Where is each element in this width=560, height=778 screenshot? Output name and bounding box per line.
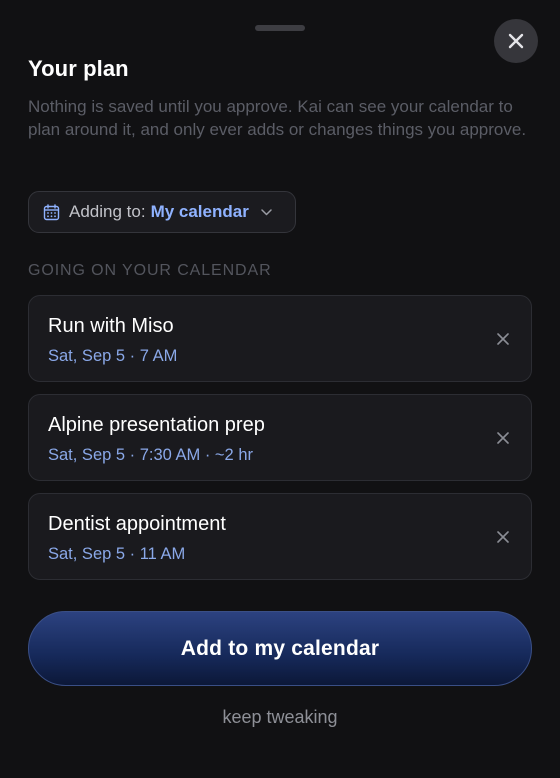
event-title: Alpine presentation prep [48,414,265,436]
target-calendar-name: My calendar [150,202,249,221]
page-title: Your plan [28,56,129,81]
event-datetime: Sat, Sep 5 · 7:30 AM · ~2 hr [48,446,253,464]
target-prefix-label: Adding to: [69,202,146,221]
section-heading: GOING ON YOUR CALENDAR [28,262,272,279]
close-icon [508,33,524,49]
chevron-down-icon [261,208,272,216]
calendar-icon [43,203,60,221]
plan-description: Nothing is saved until you approve. Kai … [28,97,527,139]
plan-sheet: Your plan Nothing is saved until you app… [0,0,560,778]
event-card[interactable]: Alpine presentation prep Sat, Sep 5 · 7:… [28,394,532,481]
event-title: Run with Miso [48,315,174,337]
close-icon [497,531,509,543]
event-title: Dentist appointment [48,513,226,535]
event-card[interactable]: Run with Miso Sat, Sep 5 · 7 AM [28,295,532,382]
close-icon [497,333,509,345]
drag-handle[interactable] [255,25,305,31]
event-datetime: Sat, Sep 5 · 11 AM [48,545,186,563]
event-datetime: Sat, Sep 5 · 7 AM [48,347,178,365]
calendar-target-selector[interactable]: Adding to: My calendar [28,191,296,233]
keep-tweaking-link[interactable]: keep tweaking [0,707,560,728]
remove-event-button[interactable] [495,529,511,545]
close-icon [497,432,509,444]
event-card[interactable]: Dentist appointment Sat, Sep 5 · 11 AM [28,493,532,580]
add-to-calendar-button[interactable]: Add to my calendar [28,611,532,686]
remove-event-button[interactable] [495,331,511,347]
close-button[interactable] [494,19,538,63]
remove-event-button[interactable] [495,430,511,446]
